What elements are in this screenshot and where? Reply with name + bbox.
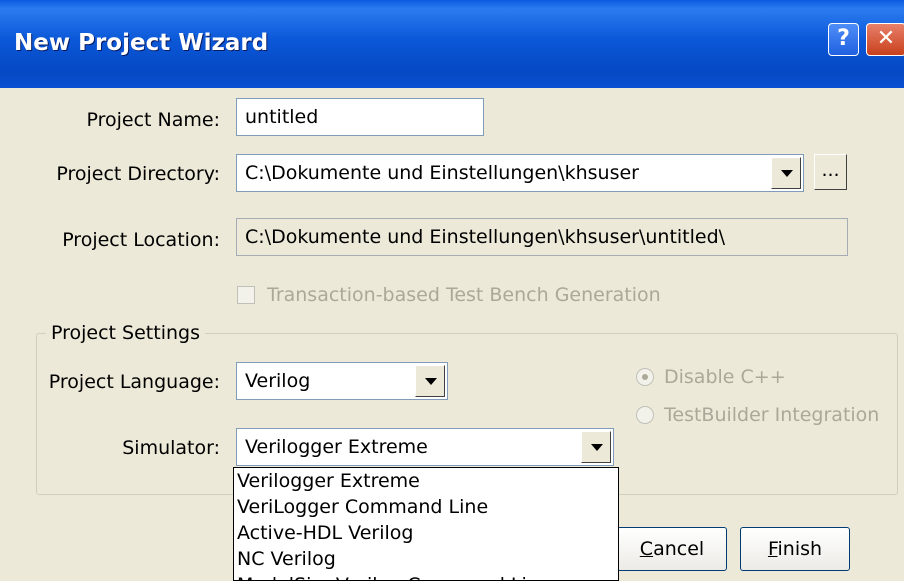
- simulator-value: Verilogger Extreme: [245, 436, 428, 458]
- chevron-down-icon[interactable]: [771, 157, 801, 189]
- project-directory-label: Project Directory:: [56, 163, 220, 185]
- transaction-checkbox: [237, 286, 255, 304]
- project-language-label: Project Language:: [48, 371, 220, 393]
- testbuilder-radio: [636, 406, 654, 424]
- help-button[interactable]: ?: [828, 23, 859, 56]
- simulator-option[interactable]: Active-HDL Verilog: [234, 520, 618, 546]
- project-name-label: Project Name:: [86, 109, 220, 131]
- project-location-label: Project Location:: [62, 229, 220, 251]
- project-name-input[interactable]: untitled: [236, 98, 484, 136]
- disable-cpp-label: Disable C++: [664, 366, 786, 388]
- project-settings-title: Project Settings: [46, 322, 205, 344]
- browse-button[interactable]: ...: [814, 154, 847, 190]
- transaction-checkbox-label: Transaction-based Test Bench Generation: [267, 284, 661, 306]
- simulator-option[interactable]: Verilogger Extreme: [234, 468, 618, 494]
- project-directory-combo[interactable]: C:\Dokumente und Einstellungen\khsuser: [236, 154, 804, 192]
- simulator-option[interactable]: VeriLogger Command Line: [234, 494, 618, 520]
- help-icon: ?: [837, 26, 850, 51]
- chevron-down-icon[interactable]: [415, 365, 445, 397]
- testbuilder-label: TestBuilder Integration: [664, 404, 880, 426]
- finish-button[interactable]: Finish: [740, 527, 850, 571]
- chevron-down-icon[interactable]: [581, 431, 611, 463]
- project-language-combo[interactable]: Verilog: [236, 362, 448, 400]
- simulator-label: Simulator:: [122, 437, 220, 459]
- project-location-field: C:\Dokumente und Einstellungen\khsuser\u…: [236, 218, 848, 256]
- project-language-value: Verilog: [245, 370, 311, 392]
- disable-cpp-radio: [636, 368, 654, 386]
- title-bar: New Project Wizard ? ✕: [0, 0, 904, 88]
- close-button[interactable]: ✕: [866, 23, 904, 56]
- project-directory-value: C:\Dokumente und Einstellungen\khsuser: [245, 162, 639, 184]
- window-title: New Project Wizard: [14, 30, 269, 56]
- simulator-option[interactable]: ModelSim Verilog Command Line: [234, 572, 618, 580]
- simulator-option[interactable]: NC Verilog: [234, 546, 618, 572]
- simulator-dropdown-list[interactable]: Verilogger Extreme VeriLogger Command Li…: [233, 467, 619, 581]
- close-icon: ✕: [876, 26, 896, 51]
- cancel-button[interactable]: Cancel: [617, 527, 727, 571]
- simulator-combo[interactable]: Verilogger Extreme: [236, 428, 614, 466]
